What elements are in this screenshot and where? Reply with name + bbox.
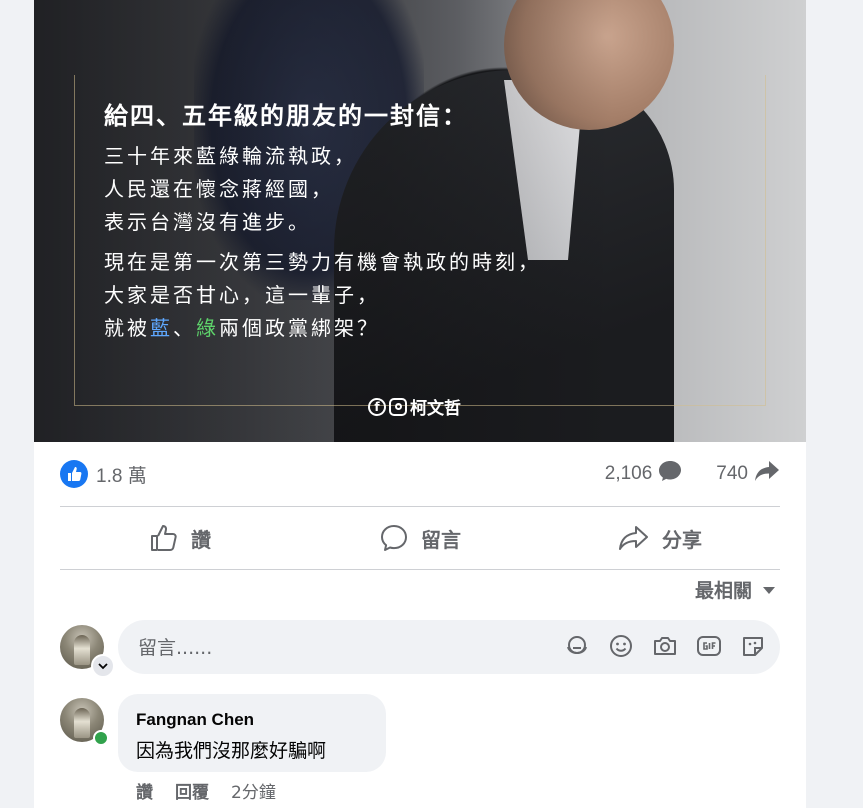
letter-line: 三十年來藍綠輪流執政，: [104, 144, 357, 168]
letter-text: 兩個政黨綁架？: [219, 316, 380, 340]
letter-line: 表示台灣沒有進步。: [104, 210, 311, 234]
comment-sort-label: 最相關: [694, 580, 752, 602]
thumbs-up-icon: [151, 525, 177, 551]
share-button-label: 分享: [662, 527, 702, 552]
share-icon: [619, 526, 648, 550]
green-word: 綠: [196, 316, 219, 340]
comment-author-name[interactable]: Fangnan Chen: [136, 710, 254, 730]
letter-line-last: 就被藍、綠兩個政黨綁架？: [104, 312, 380, 341]
post-image[interactable]: 給四、五年級的朋友的一封信： 三十年來藍綠輪流執政， 人民還在懷念蔣經國， 表示…: [34, 0, 806, 442]
comment-actions: 讚 回覆 2分鐘: [136, 778, 276, 803]
comment-reply-link[interactable]: 回覆: [175, 778, 209, 803]
composer-tools: [564, 633, 766, 659]
comment-sort-dropdown[interactable]: 最相關: [695, 576, 776, 603]
facebook-icon: f: [368, 397, 386, 416]
avatar-figure: [74, 635, 90, 665]
comment-like-link[interactable]: 讚: [136, 778, 153, 803]
comment-count[interactable]: 2,106: [605, 463, 653, 485]
sticker-icon[interactable]: [740, 633, 766, 659]
avatar-figure: [74, 708, 90, 738]
page-scroll-gutter: [806, 0, 863, 808]
comment-text: 因為我們沒那麼好騙啊: [136, 740, 327, 762]
camera-icon[interactable]: [652, 633, 678, 659]
letter-line: 現在是第一次第三勢力有機會執政的時刻，: [104, 250, 541, 274]
emoji-icon[interactable]: [608, 633, 634, 659]
letter-line: 人民還在懷念蔣經國，: [104, 177, 334, 201]
gif-icon[interactable]: [696, 633, 722, 659]
share-count[interactable]: 740: [716, 463, 748, 485]
reaction-summary[interactable]: 1.8 萬: [60, 458, 147, 490]
post-stats: 2,106 740: [605, 458, 780, 490]
comment-icon: [381, 525, 407, 551]
comment-composer: [118, 620, 780, 676]
image-attribution: f 柯文哲: [368, 394, 461, 419]
avatar-sticker-icon[interactable]: [564, 633, 590, 659]
divider: [60, 506, 780, 507]
post-action-bar: 讚 留言 分享: [60, 508, 780, 568]
instagram-icon: [389, 397, 407, 416]
comment-input[interactable]: [136, 620, 540, 676]
letter-text: 、: [173, 316, 196, 340]
letter-line: 大家是否甘心，這一輩子，: [104, 283, 380, 307]
post-card: 給四、五年級的朋友的一封信： 三十年來藍綠輪流執政， 人民還在懷念蔣經國， 表示…: [34, 0, 806, 808]
share-button[interactable]: 分享: [540, 508, 780, 568]
comment-button-label: 留言: [421, 527, 461, 552]
online-status-indicator: [93, 730, 109, 746]
caret-down-icon: [763, 586, 775, 594]
profile-switch-chevron-icon[interactable]: [91, 654, 115, 678]
comment-bubble: Fangnan Chen 因為我們沒那麼好騙啊: [118, 694, 386, 772]
comment-timestamp[interactable]: 2分鐘: [231, 778, 276, 803]
blue-word: 藍: [150, 316, 173, 340]
divider: [60, 569, 780, 570]
reaction-count: 1.8 萬: [96, 465, 147, 487]
comment-bubble-icon: [658, 460, 682, 488]
like-button-label: 讚: [191, 527, 211, 552]
comment-button[interactable]: 留言: [300, 508, 540, 568]
letter-title: 給四、五年級的朋友的一封信：: [104, 102, 468, 130]
share-arrow-icon: [754, 460, 780, 488]
like-button[interactable]: 讚: [60, 508, 300, 568]
attribution-name: 柯文哲: [410, 399, 461, 419]
letter-text: 就被: [104, 316, 150, 340]
like-reaction-icon: [60, 460, 88, 488]
